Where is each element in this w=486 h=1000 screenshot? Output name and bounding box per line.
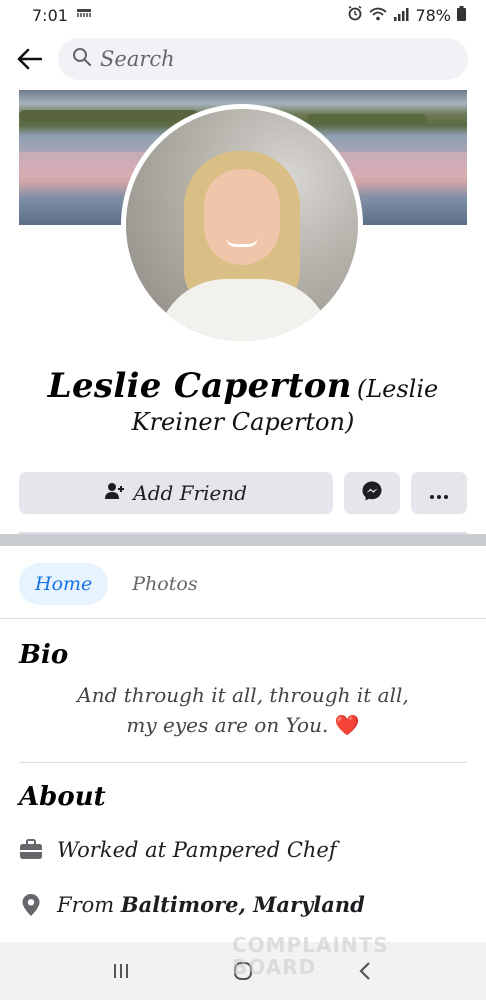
battery-level: 78% — [415, 5, 451, 25]
status-left: 7:01 — [32, 6, 92, 25]
about-work-place: Pampered Chef — [172, 838, 337, 862]
wifi-icon — [369, 6, 388, 25]
add-friend-label: Add Friend — [133, 481, 248, 505]
section-divider — [0, 534, 486, 546]
about-work-row[interactable]: Worked at Pampered Chef — [19, 838, 337, 862]
avatar-shirt — [156, 279, 332, 341]
search-header: Search — [0, 36, 486, 82]
about-title: About — [19, 782, 106, 812]
notification-icon — [76, 7, 92, 23]
watermark: COMPLAINTS BOARD — [232, 934, 482, 984]
cover-marsh-right — [307, 114, 427, 124]
heart-emoji: ❤️ — [334, 713, 360, 737]
alarm-icon — [347, 5, 363, 25]
bio-title: Bio — [19, 640, 69, 670]
tab-home[interactable]: Home — [19, 563, 109, 605]
about-from-prefix: From — [57, 893, 121, 917]
profile-alt-name-line2: Kreiner Caperton) — [131, 408, 355, 436]
profile-alt-name-line1: (Leslie — [356, 375, 439, 403]
search-placeholder: Search — [100, 47, 175, 71]
more-dots-icon — [430, 484, 449, 503]
status-time: 7:01 — [32, 5, 68, 25]
watermark-line1: COMPLAINTS — [232, 933, 389, 957]
bio-line2-wrap: my eyes are on You. ❤️ — [0, 710, 486, 740]
about-work-prefix: Worked at — [57, 838, 173, 862]
avatar-smile — [226, 237, 258, 247]
bio-line1: And through it all, through it all, — [77, 683, 409, 707]
bio-separator — [19, 762, 467, 763]
profile-name-block: Leslie Caperton (Leslie Kreiner Caperton… — [0, 366, 486, 436]
about-work-text: Worked at Pampered Chef — [57, 838, 337, 862]
profile-tabs: Home Photos — [19, 563, 214, 605]
bio-line2: my eyes are on You. — [126, 713, 329, 737]
battery-icon — [457, 5, 466, 25]
location-pin-icon — [19, 893, 43, 917]
back-arrow-icon[interactable] — [14, 44, 44, 74]
profile-photo[interactable] — [121, 104, 363, 346]
status-right: 78% — [347, 5, 466, 25]
avatar-face — [204, 169, 280, 265]
add-friend-button[interactable]: Add Friend — [19, 472, 334, 514]
about-from-text: From Baltimore, Maryland — [57, 892, 365, 917]
messenger-button[interactable] — [344, 472, 401, 514]
avatar — [126, 109, 358, 341]
about-from-place: Baltimore, Maryland — [120, 892, 365, 917]
recent-apps-button[interactable] — [101, 951, 141, 991]
briefcase-icon — [19, 838, 43, 862]
bio-text: And through it all, through it all, my e… — [0, 680, 486, 740]
profile-actions: Add Friend — [19, 472, 468, 514]
tabs-separator — [0, 618, 486, 619]
search-icon — [72, 47, 92, 71]
about-from-row[interactable]: From Baltimore, Maryland — [19, 892, 365, 917]
tab-photos[interactable]: Photos — [116, 563, 213, 605]
signal-icon — [393, 6, 409, 25]
watermark-line2: BOARD — [232, 955, 317, 979]
profile-name: Leslie Caperton — [47, 366, 352, 406]
messenger-icon — [361, 480, 383, 506]
search-input[interactable]: Search — [58, 38, 468, 80]
more-options-button[interactable] — [411, 472, 468, 514]
add-friend-icon — [105, 482, 125, 504]
status-bar: 7:01 78% — [0, 0, 486, 30]
cover-marsh — [19, 110, 199, 122]
